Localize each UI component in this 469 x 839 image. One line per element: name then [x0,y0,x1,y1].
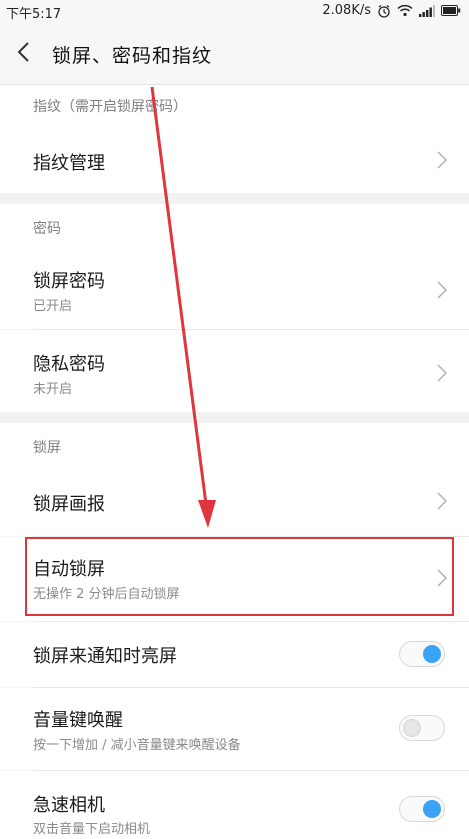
toggle-switch-on[interactable] [399,641,445,667]
item-subtitle: 按一下增加 / 减小音量键来唤醒设备 [33,738,241,753]
battery-icon [441,5,461,16]
list-item-volume-key-wake[interactable]: 音量键唤醒 按一下增加 / 减小音量键来唤醒设备 [0,688,469,770]
status-time: 下午5:17 [6,7,62,22]
list-item-wake-on-notification[interactable]: 锁屏来通知时亮屏 [0,622,469,687]
section-gap [0,412,469,423]
back-arrow-icon[interactable] [14,40,34,64]
item-title: 指纹管理 [33,153,105,174]
toggle-knob [403,719,421,737]
section-header-lockscreen: 锁屏 [0,423,469,466]
status-bar: 下午5:17 2.08K/s [0,0,469,22]
item-subtitle: 无操作 2 分钟后自动锁屏 [33,587,180,602]
app-header: 锁屏、密码和指纹 [0,22,469,85]
network-speed: 2.08K/s [322,3,371,18]
wifi-icon [397,4,413,17]
section-gap [0,193,469,204]
item-title: 锁屏来通知时亮屏 [33,646,177,667]
list-item-auto-lock[interactable]: 自动锁屏 无操作 2 分钟后自动锁屏 [0,537,469,621]
item-title: 急速相机 [33,795,105,816]
toggle-switch-off[interactable] [399,715,445,741]
chevron-right-icon [437,569,447,587]
list-item-quick-camera[interactable]: 急速相机 双击音量下启动相机 [0,771,469,839]
toggle-knob [423,800,441,818]
item-subtitle: 未开启 [33,382,73,397]
signal-icon [419,4,435,17]
item-title: 锁屏密码 [33,271,105,292]
toggle-switch-on[interactable] [399,796,445,822]
item-title: 锁屏画报 [33,494,105,515]
chevron-right-icon [437,492,447,510]
item-subtitle: 已开启 [33,299,73,314]
toggle-knob [423,645,441,663]
section-header-fingerprint: 指纹（需开启锁屏密码） [0,85,469,121]
chevron-right-icon [437,151,447,169]
item-title: 隐私密码 [33,354,105,375]
list-item-lockscreen-password[interactable]: 锁屏密码 已开启 [0,245,469,329]
page-title: 锁屏、密码和指纹 [52,45,213,67]
chevron-right-icon [437,364,447,382]
chevron-right-icon [437,281,447,299]
section-header-password: 密码 [0,204,469,245]
item-title: 音量键唤醒 [33,710,123,731]
list-item-privacy-password[interactable]: 隐私密码 未开启 [0,330,469,412]
item-title: 自动锁屏 [33,559,105,580]
status-icons: 2.08K/s [322,3,461,18]
list-item-fingerprint-management[interactable]: 指纹管理 [0,121,469,193]
alarm-icon [378,4,390,18]
list-item-lockscreen-magazine[interactable]: 锁屏画报 [0,466,469,536]
item-subtitle: 双击音量下启动相机 [33,822,151,837]
